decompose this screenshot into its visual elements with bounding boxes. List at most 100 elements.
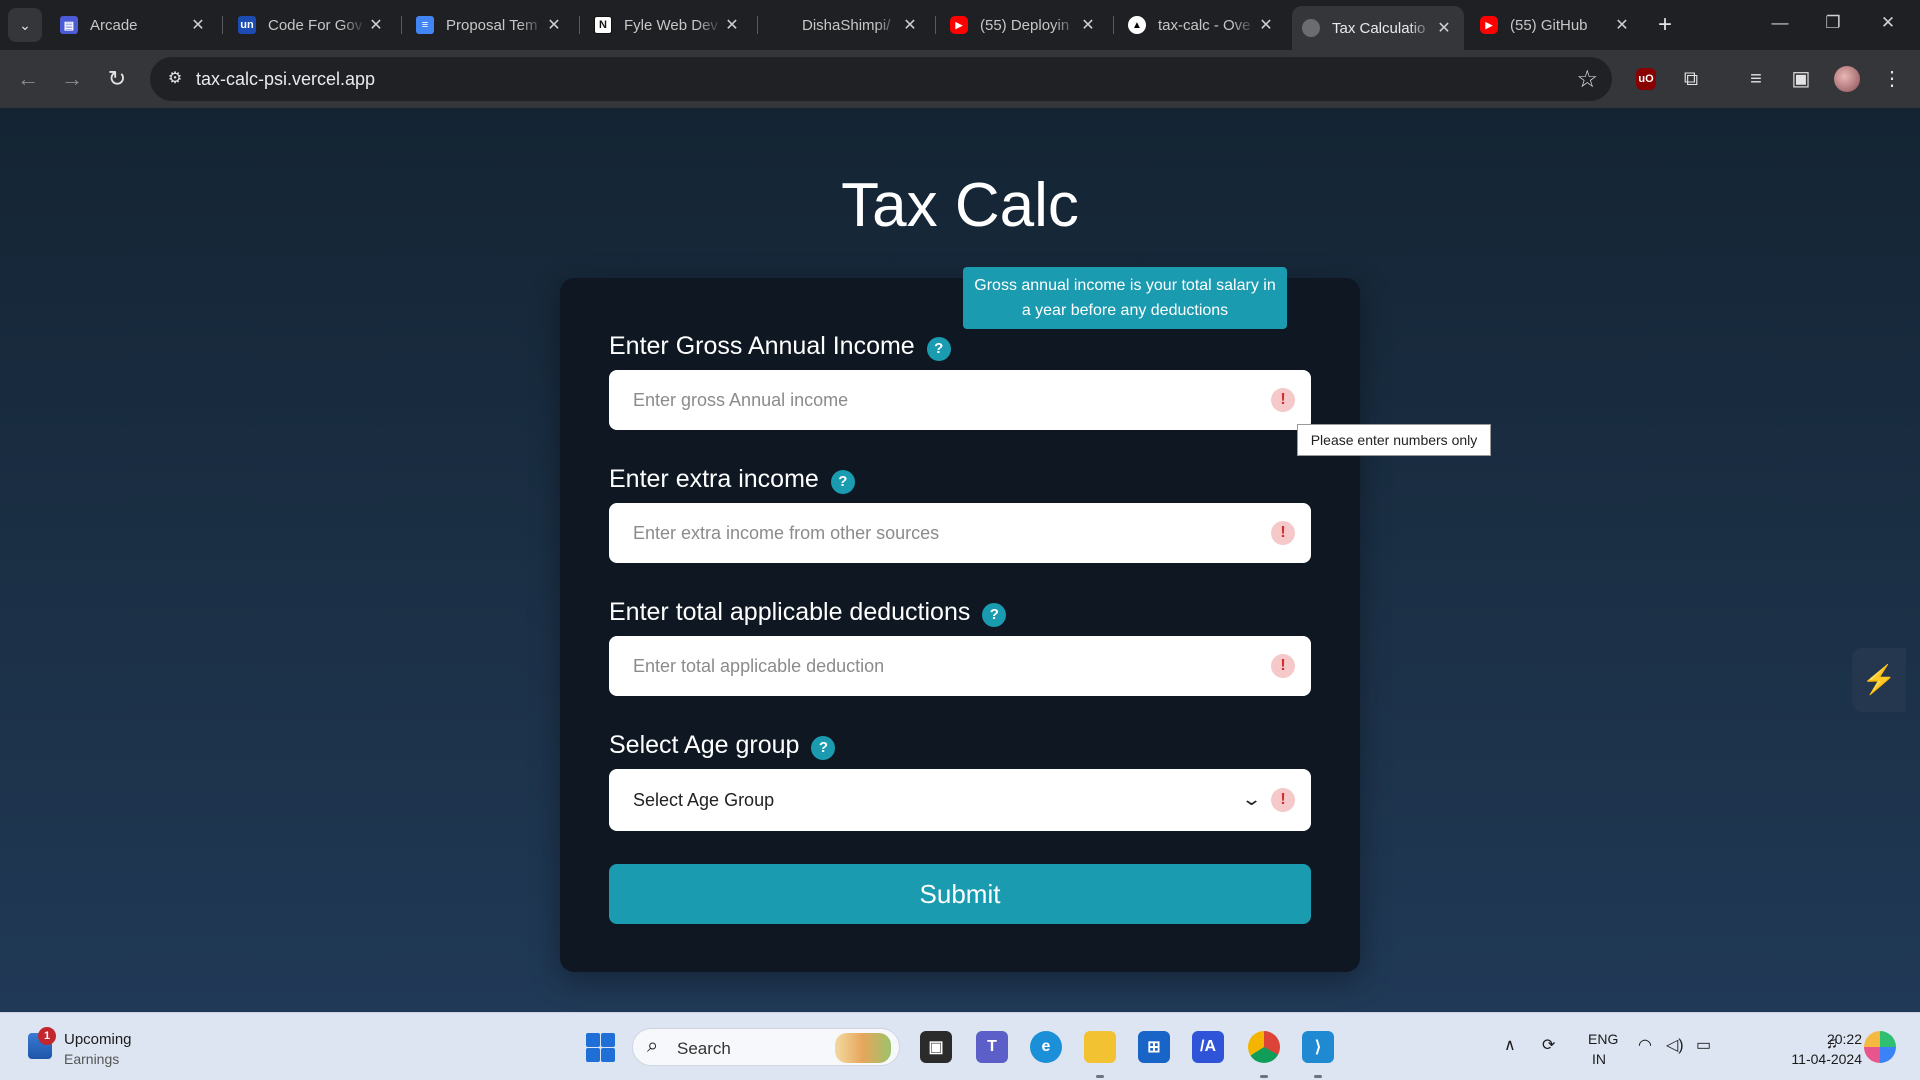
battery-icon[interactable]: ▭ bbox=[1696, 1035, 1711, 1055]
tab-separator bbox=[579, 16, 580, 34]
help-tooltip: Gross annual income is your total salary… bbox=[963, 267, 1287, 329]
deductions-input[interactable] bbox=[609, 636, 1311, 696]
age-group-selected-value[interactable]: Select Age Group bbox=[609, 769, 1311, 831]
tab-separator bbox=[222, 16, 223, 34]
tab-proposal-template[interactable]: ≡ Proposal Tem ✕ bbox=[406, 8, 574, 42]
age-group-select[interactable]: Select Age Group ⌄ ! bbox=[609, 769, 1311, 831]
gross-income-input[interactable] bbox=[609, 370, 1311, 430]
side-panel-icon[interactable]: ▣ bbox=[1787, 65, 1815, 93]
site-info-icon[interactable]: ⚙ bbox=[164, 68, 186, 90]
mathpix-icon[interactable]: /A bbox=[1192, 1031, 1224, 1063]
help-icon[interactable]: ? bbox=[982, 602, 1007, 627]
bookmark-star-icon[interactable]: ☆ bbox=[1576, 65, 1598, 94]
tab-tax-calculator[interactable]: Tax Calculatio ✕ bbox=[1292, 6, 1464, 50]
clock-date[interactable]: 11-04-2024 bbox=[1738, 1051, 1862, 1067]
tab-arcade[interactable]: ▤ Arcade ✕ bbox=[50, 8, 218, 42]
new-tab-icon[interactable]: + bbox=[1650, 10, 1680, 40]
running-indicator bbox=[1314, 1075, 1322, 1078]
extension-side-widget[interactable]: ⚡ bbox=[1852, 648, 1906, 712]
deductions-field[interactable]: ! bbox=[609, 636, 1311, 696]
back-icon[interactable]: ← bbox=[14, 65, 42, 93]
chevron-down-icon[interactable]: ⌄ bbox=[1241, 787, 1262, 811]
gross-income-field[interactable]: ! bbox=[609, 370, 1311, 430]
widget-subtitle[interactable]: Earnings bbox=[64, 1051, 119, 1067]
notion-icon: N bbox=[594, 16, 612, 34]
close-tab-icon[interactable]: ✕ bbox=[544, 15, 564, 35]
tab-fyle-web-dev[interactable]: N Fyle Web Dev ✕ bbox=[584, 8, 752, 42]
close-tab-icon[interactable]: ✕ bbox=[1434, 18, 1454, 38]
close-tab-icon[interactable]: ✕ bbox=[1256, 15, 1276, 35]
close-tab-icon[interactable]: ✕ bbox=[900, 15, 920, 35]
language-indicator[interactable]: ENG bbox=[1588, 1031, 1618, 1047]
tab-title: Code For Gov bbox=[268, 16, 363, 34]
extensions-icon[interactable]: ⧉ bbox=[1677, 65, 1705, 93]
extra-income-field[interactable]: ! bbox=[609, 503, 1311, 563]
task-view-icon[interactable]: ▣ bbox=[920, 1031, 952, 1063]
tab-vercel-overview[interactable]: ▲ tax-calc - Ove ✕ bbox=[1118, 8, 1286, 42]
sync-icon[interactable]: ⟳ bbox=[1542, 1035, 1555, 1055]
age-group-label-row: Select Age group ? bbox=[609, 731, 836, 760]
minimize-icon[interactable]: — bbox=[1760, 8, 1800, 38]
close-window-icon[interactable]: ✕ bbox=[1868, 8, 1908, 38]
reading-list-icon[interactable]: ≡ bbox=[1742, 65, 1770, 93]
forward-icon[interactable]: → bbox=[58, 65, 86, 93]
tooltip-line: Gross annual income is your total salary… bbox=[974, 277, 1276, 294]
copilot-icon[interactable] bbox=[1864, 1031, 1896, 1063]
unstop-icon: un bbox=[238, 16, 256, 34]
tax-form-card: Enter Gross Annual Income ? ! Enter extr… bbox=[560, 278, 1360, 972]
tab-title: DishaShimpi/ bbox=[802, 16, 891, 34]
help-icon[interactable]: ? bbox=[926, 336, 951, 361]
tab-youtube-github[interactable]: ▶ (55) GitHub ✕ bbox=[1470, 8, 1642, 42]
windows-taskbar: 1 Upcoming Earnings ⌕ Search ▣ T e ⊞ /A … bbox=[0, 1012, 1920, 1080]
tab-code-for-gov[interactable]: un Code For Gov ✕ bbox=[228, 8, 396, 42]
tab-title: Proposal Tem bbox=[446, 16, 538, 34]
browser-tab-bar: ⌄ ▤ Arcade ✕ un Code For Gov ✕ ≡ Proposa… bbox=[0, 0, 1920, 50]
tab-separator bbox=[401, 16, 402, 34]
edge-icon[interactable]: e bbox=[1030, 1031, 1062, 1063]
close-tab-icon[interactable]: ✕ bbox=[722, 15, 742, 35]
page-title: Tax Calc bbox=[841, 171, 1079, 240]
teams-icon[interactable]: T bbox=[976, 1031, 1008, 1063]
close-tab-icon[interactable]: ✕ bbox=[1078, 15, 1098, 35]
extra-income-input[interactable] bbox=[609, 503, 1311, 563]
profile-avatar[interactable] bbox=[1834, 66, 1860, 92]
help-icon[interactable]: ? bbox=[830, 469, 855, 494]
chrome-icon[interactable] bbox=[1248, 1031, 1280, 1063]
vscode-icon[interactable]: ⟩ bbox=[1302, 1031, 1334, 1063]
start-icon[interactable] bbox=[584, 1031, 616, 1063]
tab-search-button[interactable]: ⌄ bbox=[8, 8, 42, 42]
chevron-up-icon[interactable]: ∧ bbox=[1504, 1035, 1516, 1055]
tab-youtube-deploying[interactable]: ▶ (55) Deployin ✕ bbox=[940, 8, 1108, 42]
volume-icon[interactable]: ◁) bbox=[1666, 1035, 1684, 1055]
file-explorer-icon[interactable] bbox=[1084, 1031, 1116, 1063]
tab-separator bbox=[935, 16, 936, 34]
error-icon: ! bbox=[1271, 788, 1295, 812]
reload-icon[interactable]: ↻ bbox=[103, 65, 131, 93]
close-tab-icon[interactable]: ✕ bbox=[1612, 15, 1632, 35]
globe-icon bbox=[1302, 19, 1320, 37]
widget-title[interactable]: Upcoming bbox=[64, 1031, 132, 1048]
wifi-icon[interactable]: ◠ bbox=[1638, 1035, 1652, 1055]
close-tab-icon[interactable]: ✕ bbox=[366, 15, 386, 35]
gross-income-label-row: Enter Gross Annual Income ? bbox=[609, 332, 951, 361]
ublock-origin-icon[interactable]: uO bbox=[1636, 68, 1656, 90]
tab-title: Tax Calculatio bbox=[1332, 19, 1426, 37]
github-icon bbox=[772, 16, 790, 34]
microsoft-store-icon[interactable]: ⊞ bbox=[1138, 1031, 1170, 1063]
restore-icon[interactable]: ❐ bbox=[1813, 8, 1853, 38]
address-bar[interactable]: ⚙ tax-calc-psi.vercel.app ☆ bbox=[150, 57, 1612, 101]
close-tab-icon[interactable]: ✕ bbox=[188, 15, 208, 35]
google-docs-icon: ≡ bbox=[416, 16, 434, 34]
help-icon[interactable]: ? bbox=[811, 735, 836, 760]
submit-button[interactable]: Submit bbox=[609, 864, 1311, 924]
taskbar-search[interactable]: ⌕ Search bbox=[632, 1028, 900, 1066]
start-tile bbox=[586, 1048, 600, 1062]
menu-kebab-icon[interactable]: ⋮ bbox=[1878, 65, 1906, 93]
notification-bell-icon[interactable]: ♫ bbox=[1826, 1035, 1838, 1053]
clock-time[interactable]: 20:22 bbox=[1780, 1031, 1862, 1047]
search-icon: ⌕ bbox=[647, 1035, 659, 1057]
tab-github-disha[interactable]: DishaShimpi/ ✕ bbox=[762, 8, 930, 42]
youtube-icon: ▶ bbox=[1480, 16, 1498, 34]
region-indicator[interactable]: IN bbox=[1592, 1051, 1606, 1067]
tab-title: Fyle Web Dev bbox=[624, 16, 718, 34]
